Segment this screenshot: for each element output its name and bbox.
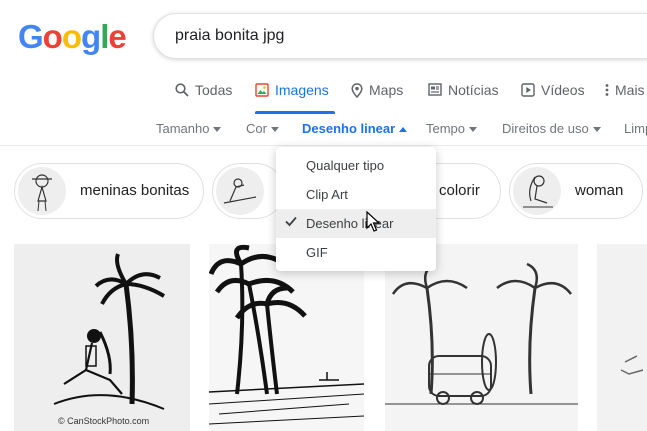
- menu-item-clip-art[interactable]: Clip Art: [276, 180, 436, 209]
- filter-bar: Tamanho Cor Desenho linear Tempo Direito…: [0, 121, 647, 141]
- search-input[interactable]: praia bonita jpg: [153, 13, 647, 59]
- logo-letter: g: [81, 18, 101, 55]
- related-chip[interactable]: [212, 163, 284, 219]
- filter-label: Cor: [246, 121, 267, 136]
- filter-tempo[interactable]: Tempo: [426, 121, 478, 136]
- chip-label: woman: [575, 182, 624, 199]
- tab-todas[interactable]: Todas: [175, 82, 232, 112]
- logo-letter: G: [18, 18, 44, 55]
- google-logo[interactable]: Google: [18, 18, 127, 56]
- tab-label: Vídeos: [541, 82, 585, 98]
- search-query: praia bonita jpg: [175, 27, 285, 44]
- tab-videos[interactable]: Vídeos: [521, 82, 585, 112]
- filter-limpar[interactable]: Limp: [624, 121, 647, 136]
- filter-label: Tamanho: [156, 121, 210, 136]
- result-image: [620, 355, 644, 375]
- image-result[interactable]: [385, 244, 578, 431]
- image-result[interactable]: [209, 244, 364, 431]
- chip-thumbnail: [513, 167, 561, 215]
- tab-label: Maps: [369, 82, 404, 98]
- divider: [0, 145, 647, 146]
- search-tabs: Todas Imagens Maps Notícias Vídeos Mais: [0, 82, 647, 114]
- tab-label: Imagens: [275, 82, 329, 98]
- newspaper-icon: [428, 83, 442, 96]
- chevron-down-icon: [213, 127, 222, 133]
- related-chip[interactable]: woman: [509, 163, 643, 219]
- tab-imagens[interactable]: Imagens: [255, 82, 335, 114]
- logo-letter: e: [108, 18, 126, 55]
- chip-label: colorir: [439, 182, 480, 199]
- menu-item-desenho-linear[interactable]: Desenho linear: [276, 209, 436, 238]
- check-icon: [285, 216, 297, 227]
- watermark: © CanStockPhoto.com: [58, 416, 150, 426]
- menu-item-label: GIF: [306, 245, 328, 260]
- filter-label: Tempo: [426, 121, 466, 136]
- tab-maps[interactable]: Maps: [351, 82, 403, 112]
- filter-label: Direitos de uso: [502, 121, 589, 136]
- chevron-down-icon: [592, 127, 601, 133]
- menu-item-label: Desenho linear: [306, 216, 394, 231]
- chevron-up-icon: [399, 127, 408, 133]
- chevron-down-icon: [469, 127, 478, 133]
- menu-item-label: Qualquer tipo: [306, 158, 385, 173]
- tab-noticias[interactable]: Notícias: [428, 82, 499, 112]
- tab-mais[interactable]: Mais: [605, 82, 645, 112]
- type-dropdown-menu: Qualquer tipo Clip Art Desenho linear GI…: [276, 147, 436, 271]
- menu-item-qualquer-tipo[interactable]: Qualquer tipo: [276, 151, 436, 180]
- chip-thumbnail: [216, 167, 264, 215]
- tab-label: Todas: [195, 82, 233, 98]
- more-vert-icon: [605, 84, 609, 96]
- image-result[interactable]: [597, 244, 647, 431]
- related-chip[interactable]: meninas bonitas: [14, 163, 204, 219]
- chevron-down-icon: [270, 127, 279, 133]
- image-icon: [255, 83, 269, 97]
- filter-label: Limp: [624, 121, 647, 136]
- result-image: [385, 262, 578, 405]
- chip-thumbnail: [18, 167, 66, 215]
- menu-item-gif[interactable]: GIF: [276, 238, 436, 267]
- filter-cor[interactable]: Cor: [246, 121, 279, 136]
- tab-label: Notícias: [448, 82, 499, 98]
- related-chip[interactable]: colorir: [425, 163, 501, 219]
- logo-letter: o: [42, 18, 63, 55]
- mouse-pointer-icon: [366, 211, 380, 232]
- map-pin-icon: [351, 83, 363, 98]
- filter-direitos-de-uso[interactable]: Direitos de uso: [502, 121, 601, 136]
- filter-label: Desenho linear: [302, 121, 396, 136]
- menu-item-label: Clip Art: [306, 187, 348, 202]
- tab-label: Mais: [615, 82, 645, 98]
- filter-tamanho[interactable]: Tamanho: [156, 121, 222, 136]
- logo-letter: o: [61, 18, 82, 55]
- filter-desenho-linear[interactable]: Desenho linear: [302, 121, 408, 136]
- chip-label: meninas bonitas: [80, 182, 190, 199]
- result-image: [53, 253, 166, 410]
- search-icon: [175, 83, 189, 97]
- result-image: [209, 244, 364, 425]
- play-icon: [521, 83, 535, 97]
- image-result[interactable]: © CanStockPhoto.com: [14, 244, 190, 431]
